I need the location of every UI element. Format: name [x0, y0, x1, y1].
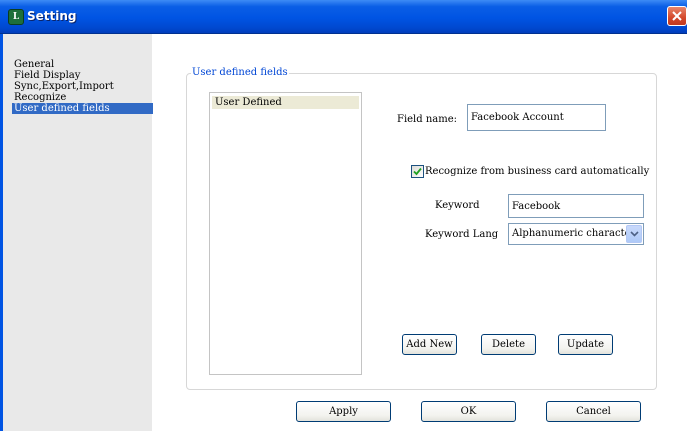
field-name-label: Field name: — [397, 114, 458, 125]
keyword-lang-select[interactable]: Alphanumeric characters — [508, 223, 644, 245]
field-name-input[interactable] — [467, 104, 606, 131]
settings-window: L Setting General Field Display Sync,Exp… — [0, 0, 687, 431]
chevron-down-icon — [630, 231, 639, 237]
keyword-label: Keyword — [435, 200, 480, 211]
sidebar-item-sync-export-import[interactable]: Sync,Export,Import — [14, 81, 114, 92]
apply-button[interactable]: Apply — [296, 401, 391, 422]
keyword-lang-value: Alphanumeric characters — [512, 228, 641, 239]
delete-button[interactable]: Delete — [481, 334, 536, 355]
ok-button[interactable]: OK — [421, 401, 516, 422]
cancel-button[interactable]: Cancel — [546, 401, 641, 422]
checkmark-icon — [413, 167, 422, 176]
update-button[interactable]: Update — [558, 334, 613, 355]
keyword-input[interactable] — [508, 194, 644, 218]
close-button[interactable] — [667, 6, 687, 26]
recognize-checkbox[interactable] — [411, 165, 424, 178]
user-fields-list[interactable]: User Defined — [209, 92, 362, 375]
recognize-checkbox-label[interactable]: Recognize from business card automatical… — [425, 166, 649, 178]
app-icon: L — [8, 9, 24, 25]
close-icon — [672, 11, 682, 21]
sidebar-item-field-display[interactable]: Field Display — [14, 70, 80, 81]
dropdown-button[interactable] — [626, 225, 642, 243]
add-new-button[interactable]: Add New — [402, 334, 457, 355]
sidebar-item-general[interactable]: General — [14, 59, 54, 70]
title-bar[interactable]: L Setting — [0, 0, 687, 34]
keyword-lang-label: Keyword Lang — [425, 229, 499, 240]
sidebar-item-user-defined-fields[interactable]: User defined fields — [12, 103, 153, 114]
group-title: User defined fields — [191, 67, 289, 78]
window-title: Setting — [27, 9, 77, 23]
list-item[interactable]: User Defined — [212, 96, 359, 109]
settings-sidebar: General Field Display Sync,Export,Import… — [3, 34, 153, 431]
sidebar-item-recognize[interactable]: Recognize — [14, 92, 66, 103]
